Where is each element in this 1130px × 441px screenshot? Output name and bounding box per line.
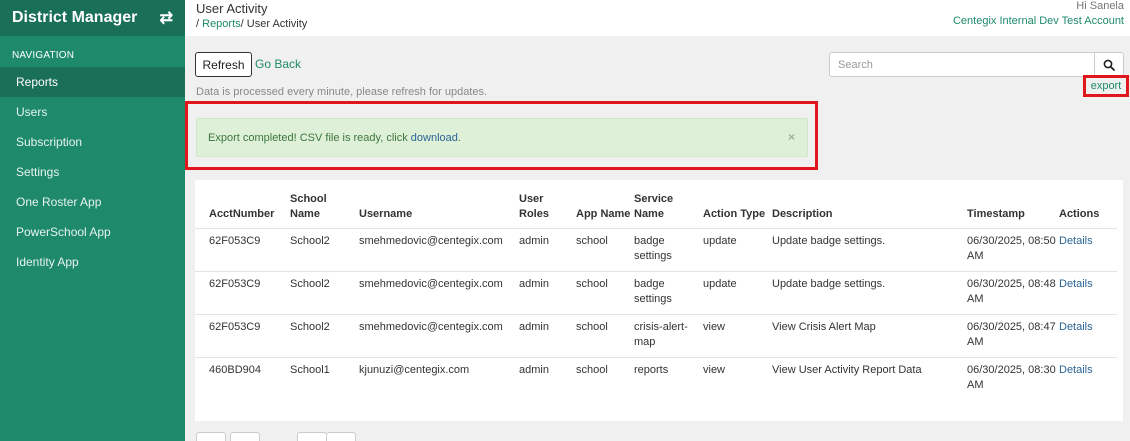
cell-app: school [576, 271, 634, 315]
refresh-button[interactable]: Refresh [195, 52, 252, 77]
cell-roles: admin [519, 314, 576, 358]
cell-description: View Crisis Alert Map [772, 314, 967, 358]
cell-school: School2 [290, 314, 359, 358]
cell-roles: admin [519, 228, 576, 272]
cell-acct: 62F053C9 [195, 314, 290, 358]
sidebar-item-identity-app[interactable]: Identity App [0, 247, 185, 277]
col-app-name: App Name [576, 208, 631, 220]
col-service-name: Service Name [634, 193, 674, 220]
cell-acct: 62F053C9 [195, 271, 290, 315]
cell-service: badge settings [634, 228, 703, 272]
refresh-info-text: Data is processed every minute, please r… [196, 86, 488, 98]
breadcrumb-reports-link[interactable]: Reports [202, 18, 241, 30]
cell-app: school [576, 314, 634, 358]
page-title: User Activity [196, 1, 268, 16]
search-input[interactable]: Search [829, 52, 1095, 77]
cell-action: update [703, 228, 772, 272]
alert-suffix: . [457, 131, 461, 144]
download-link[interactable]: download [411, 132, 458, 144]
cell-timestamp: 06/30/2025, 08:48 AM [967, 271, 1059, 315]
brand-bar: District Manager ⇄ [0, 0, 185, 36]
cell-school: School2 [290, 228, 359, 272]
cell-action: view [703, 357, 772, 401]
cell-username: smehmedovic@centegix.com [359, 228, 519, 272]
cell-description: Update badge settings. [772, 271, 967, 315]
details-link[interactable]: Details [1059, 271, 1117, 315]
breadcrumb: / Reports/ User Activity [196, 18, 307, 30]
top-header: User Activity / Reports/ User Activity H… [185, 0, 1130, 36]
activity-table-card: AcctNumber School Name Username User Rol… [195, 180, 1123, 421]
col-username: Username [359, 208, 413, 220]
cell-acct: 460BD904 [195, 357, 290, 401]
go-back-link[interactable]: Go Back [255, 57, 301, 71]
cell-timestamp: 06/30/2025, 08:50 AM [967, 228, 1059, 272]
account-link[interactable]: Centegix Internal Dev Test Account [953, 15, 1124, 27]
details-link[interactable]: Details [1059, 357, 1117, 401]
sidebar-item-users[interactable]: Users [0, 97, 185, 127]
cell-service: reports [634, 357, 703, 401]
user-greeting: Hi Sanela [1076, 0, 1124, 12]
pager-next-button[interactable] [297, 432, 327, 441]
sidebar-item-reports[interactable]: Reports [0, 67, 185, 97]
cell-roles: admin [519, 271, 576, 315]
col-action-type: Action Type [703, 208, 766, 220]
activity-table: AcctNumber School Name Username User Rol… [195, 192, 1117, 401]
table-row: 62F053C9 School2 smehmedovic@centegix.co… [195, 314, 1117, 358]
cell-app: school [576, 228, 634, 272]
details-link[interactable]: Details [1059, 228, 1117, 272]
cell-school: School2 [290, 271, 359, 315]
table-header-row: AcctNumber School Name Username User Rol… [195, 192, 1117, 229]
col-actions: Actions [1059, 208, 1100, 220]
cell-description: Update badge settings. [772, 228, 967, 272]
details-link[interactable]: Details [1059, 314, 1117, 358]
pager-prev-button[interactable] [230, 432, 260, 441]
cell-username: smehmedovic@centegix.com [359, 314, 519, 358]
alert-text: Export completed! CSV file is ready, cli… [208, 131, 408, 144]
cell-timestamp: 06/30/2025, 08:47 AM [967, 314, 1059, 358]
export-success-alert: Export completed! CSV file is ready, cli… [196, 118, 808, 157]
pager-last-button[interactable] [326, 432, 356, 441]
sidebar-item-subscription[interactable]: Subscription [0, 127, 185, 157]
table-row: 62F053C9 School2 smehmedovic@centegix.co… [195, 228, 1117, 272]
breadcrumb-current: / User Activity [240, 18, 308, 30]
col-user-roles: User Roles [519, 193, 549, 220]
pager-first-button[interactable] [196, 432, 226, 441]
cell-action: view [703, 314, 772, 358]
table-row: 62F053C9 School2 smehmedovic@centegix.co… [195, 271, 1117, 315]
cell-username: kjunuzi@centegix.com [359, 357, 519, 401]
sidebar-item-settings[interactable]: Settings [0, 157, 185, 187]
cell-app: school [576, 357, 634, 401]
cell-roles: admin [519, 357, 576, 401]
table-row: 460BD904 School1 kjunuzi@centegix.com ad… [195, 357, 1117, 401]
cell-description: View User Activity Report Data [772, 357, 967, 401]
cell-service: badge settings [634, 271, 703, 315]
close-icon[interactable]: × [788, 130, 795, 144]
cell-acct: 62F053C9 [195, 228, 290, 272]
col-school-name: School Name [290, 193, 327, 220]
sidebar-item-powerschool-app[interactable]: PowerSchool App [0, 217, 185, 247]
col-description: Description [772, 208, 833, 220]
cell-school: School1 [290, 357, 359, 401]
swap-arrows-icon[interactable]: ⇄ [160, 8, 173, 28]
search-button[interactable] [1094, 52, 1124, 77]
sidebar: District Manager ⇄ NAVIGATION Reports Us… [0, 0, 185, 441]
sidebar-item-one-roster-app[interactable]: One Roster App [0, 187, 185, 217]
cell-timestamp: 06/30/2025, 08:30 AM [967, 357, 1059, 401]
nav-header: NAVIGATION [12, 50, 75, 61]
cell-action: update [703, 271, 772, 315]
col-acct-number: AcctNumber [209, 208, 275, 220]
app-title: District Manager [12, 9, 138, 26]
cell-username: smehmedovic@centegix.com [359, 271, 519, 315]
col-timestamp: Timestamp [967, 208, 1025, 220]
export-link[interactable]: export [1083, 75, 1129, 97]
cell-service: crisis-alert-map [634, 314, 703, 358]
search-icon [1103, 59, 1115, 71]
